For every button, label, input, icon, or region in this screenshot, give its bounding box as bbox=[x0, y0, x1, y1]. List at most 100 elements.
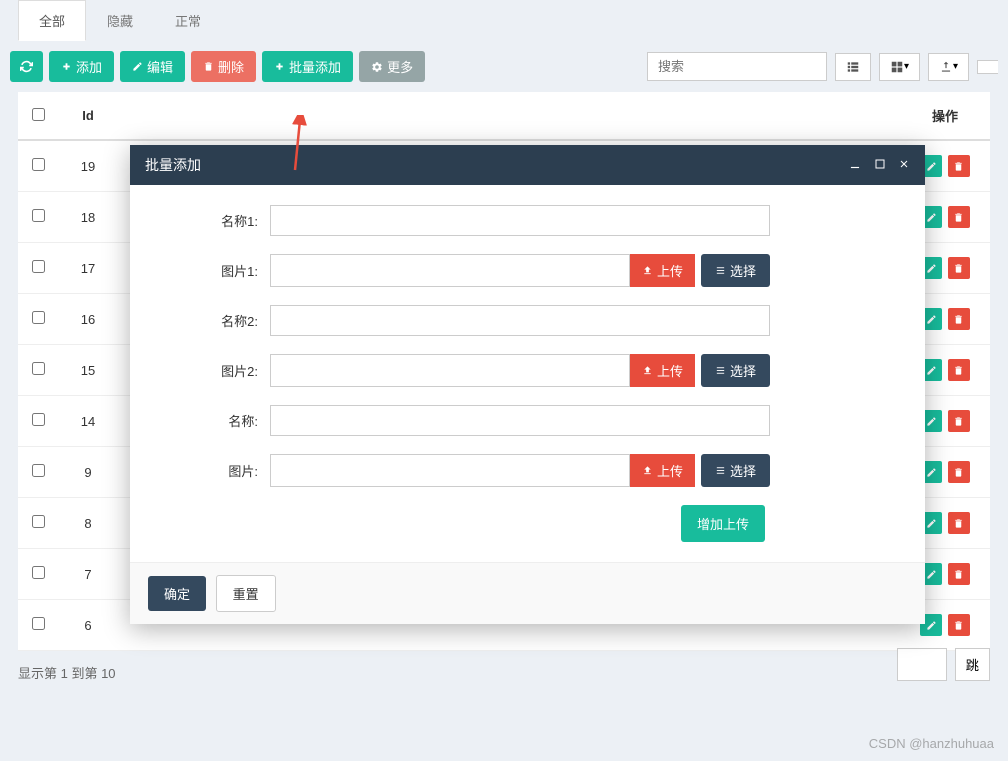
row-delete-button[interactable] bbox=[948, 410, 970, 432]
trash-icon bbox=[953, 365, 964, 376]
extra-button[interactable] bbox=[977, 60, 998, 74]
image-input-5[interactable] bbox=[270, 454, 630, 487]
row-checkbox[interactable] bbox=[32, 617, 45, 630]
form-label: 图片1: bbox=[170, 261, 270, 280]
trash-icon bbox=[953, 569, 964, 580]
row-id: 14 bbox=[58, 396, 118, 447]
row-id: 18 bbox=[58, 192, 118, 243]
trash-icon bbox=[953, 416, 964, 427]
pencil-icon bbox=[926, 263, 937, 274]
name-input-0[interactable] bbox=[270, 205, 770, 236]
add-button-label: 添加 bbox=[76, 57, 102, 76]
header-id[interactable]: Id bbox=[58, 92, 118, 140]
batch-add-button-label: 批量添加 bbox=[289, 57, 341, 76]
list-icon bbox=[715, 465, 726, 476]
form-row: 名称2: bbox=[170, 305, 885, 336]
minimize-icon[interactable] bbox=[848, 157, 862, 174]
modal-title: 批量添加 bbox=[145, 155, 201, 175]
row-checkbox[interactable] bbox=[32, 260, 45, 273]
export-button[interactable] bbox=[928, 53, 969, 81]
row-checkbox[interactable] bbox=[32, 566, 45, 579]
add-button[interactable]: 添加 bbox=[49, 51, 114, 82]
select-button[interactable]: 选择 bbox=[701, 454, 770, 487]
pencil-icon bbox=[926, 161, 937, 172]
tabs-bar: 全部 隐藏 正常 bbox=[0, 0, 1008, 41]
tab-all[interactable]: 全部 bbox=[18, 0, 86, 41]
select-all-checkbox[interactable] bbox=[32, 108, 45, 121]
row-id: 9 bbox=[58, 447, 118, 498]
pagination-info: 显示第 1 到第 10 bbox=[18, 663, 990, 682]
tab-normal[interactable]: 正常 bbox=[154, 0, 222, 41]
upload-icon bbox=[642, 465, 653, 476]
name-input-2[interactable] bbox=[270, 305, 770, 336]
more-button[interactable]: 更多 bbox=[359, 51, 425, 82]
select-button[interactable]: 选择 bbox=[701, 354, 770, 387]
upload-button[interactable]: 上传 bbox=[630, 454, 695, 487]
row-delete-button[interactable] bbox=[948, 155, 970, 177]
pencil-icon bbox=[926, 620, 937, 631]
row-checkbox[interactable] bbox=[32, 362, 45, 375]
row-delete-button[interactable] bbox=[948, 461, 970, 483]
columns-button[interactable] bbox=[835, 53, 871, 81]
add-upload-button[interactable]: 增加上传 bbox=[681, 505, 765, 542]
row-checkbox[interactable] bbox=[32, 209, 45, 222]
maximize-icon[interactable] bbox=[874, 157, 886, 174]
pencil-icon bbox=[926, 416, 937, 427]
pencil-icon bbox=[926, 365, 937, 376]
grid-icon bbox=[890, 60, 904, 74]
select-button[interactable]: 选择 bbox=[701, 254, 770, 287]
tab-hidden[interactable]: 隐藏 bbox=[86, 0, 154, 41]
list-icon bbox=[715, 365, 726, 376]
row-id: 6 bbox=[58, 600, 118, 651]
form-label: 图片2: bbox=[170, 361, 270, 380]
row-checkbox[interactable] bbox=[32, 158, 45, 171]
form-label: 名称1: bbox=[170, 211, 270, 230]
upload-button[interactable]: 上传 bbox=[630, 354, 695, 387]
form-row: 名称1: bbox=[170, 205, 885, 236]
image-input-3[interactable] bbox=[270, 354, 630, 387]
modal-header[interactable]: 批量添加 bbox=[130, 145, 925, 185]
row-delete-button[interactable] bbox=[948, 206, 970, 228]
form-row: 图片: 上传 选择 bbox=[170, 454, 885, 487]
form-row: 图片2: 上传 选择 bbox=[170, 354, 885, 387]
page-jump-input[interactable] bbox=[897, 648, 947, 681]
row-checkbox[interactable] bbox=[32, 311, 45, 324]
trash-icon bbox=[953, 620, 964, 631]
upload-button[interactable]: 上传 bbox=[630, 254, 695, 287]
row-id: 19 bbox=[58, 140, 118, 192]
confirm-button[interactable]: 确定 bbox=[148, 576, 206, 611]
row-checkbox[interactable] bbox=[32, 464, 45, 477]
list-icon bbox=[715, 265, 726, 276]
row-delete-button[interactable] bbox=[948, 308, 970, 330]
delete-button[interactable]: 删除 bbox=[191, 51, 256, 82]
plus-icon bbox=[274, 61, 285, 72]
row-checkbox[interactable] bbox=[32, 413, 45, 426]
edit-button[interactable]: 编辑 bbox=[120, 51, 185, 82]
image-input-1[interactable] bbox=[270, 254, 630, 287]
pencil-icon bbox=[926, 569, 937, 580]
reset-button[interactable]: 重置 bbox=[216, 575, 276, 612]
search-input[interactable] bbox=[647, 52, 827, 81]
close-icon[interactable] bbox=[898, 157, 910, 174]
pencil-icon bbox=[926, 518, 937, 529]
refresh-button[interactable] bbox=[10, 51, 43, 82]
row-delete-button[interactable] bbox=[948, 359, 970, 381]
row-delete-button[interactable] bbox=[948, 512, 970, 534]
pencil-icon bbox=[926, 212, 937, 223]
view-toggle-button[interactable] bbox=[879, 53, 920, 81]
trash-icon bbox=[203, 61, 214, 72]
page-jump-button[interactable]: 跳 bbox=[955, 648, 990, 681]
name-input-4[interactable] bbox=[270, 405, 770, 436]
refresh-icon bbox=[20, 60, 33, 73]
list-icon bbox=[846, 60, 860, 74]
row-delete-button[interactable] bbox=[948, 563, 970, 585]
export-icon bbox=[939, 60, 953, 74]
trash-icon bbox=[953, 263, 964, 274]
row-checkbox[interactable] bbox=[32, 515, 45, 528]
row-delete-button[interactable] bbox=[948, 614, 970, 636]
batch-add-button[interactable]: 批量添加 bbox=[262, 51, 353, 82]
trash-icon bbox=[953, 212, 964, 223]
row-delete-button[interactable] bbox=[948, 257, 970, 279]
delete-button-label: 删除 bbox=[218, 57, 244, 76]
plus-icon bbox=[61, 61, 72, 72]
